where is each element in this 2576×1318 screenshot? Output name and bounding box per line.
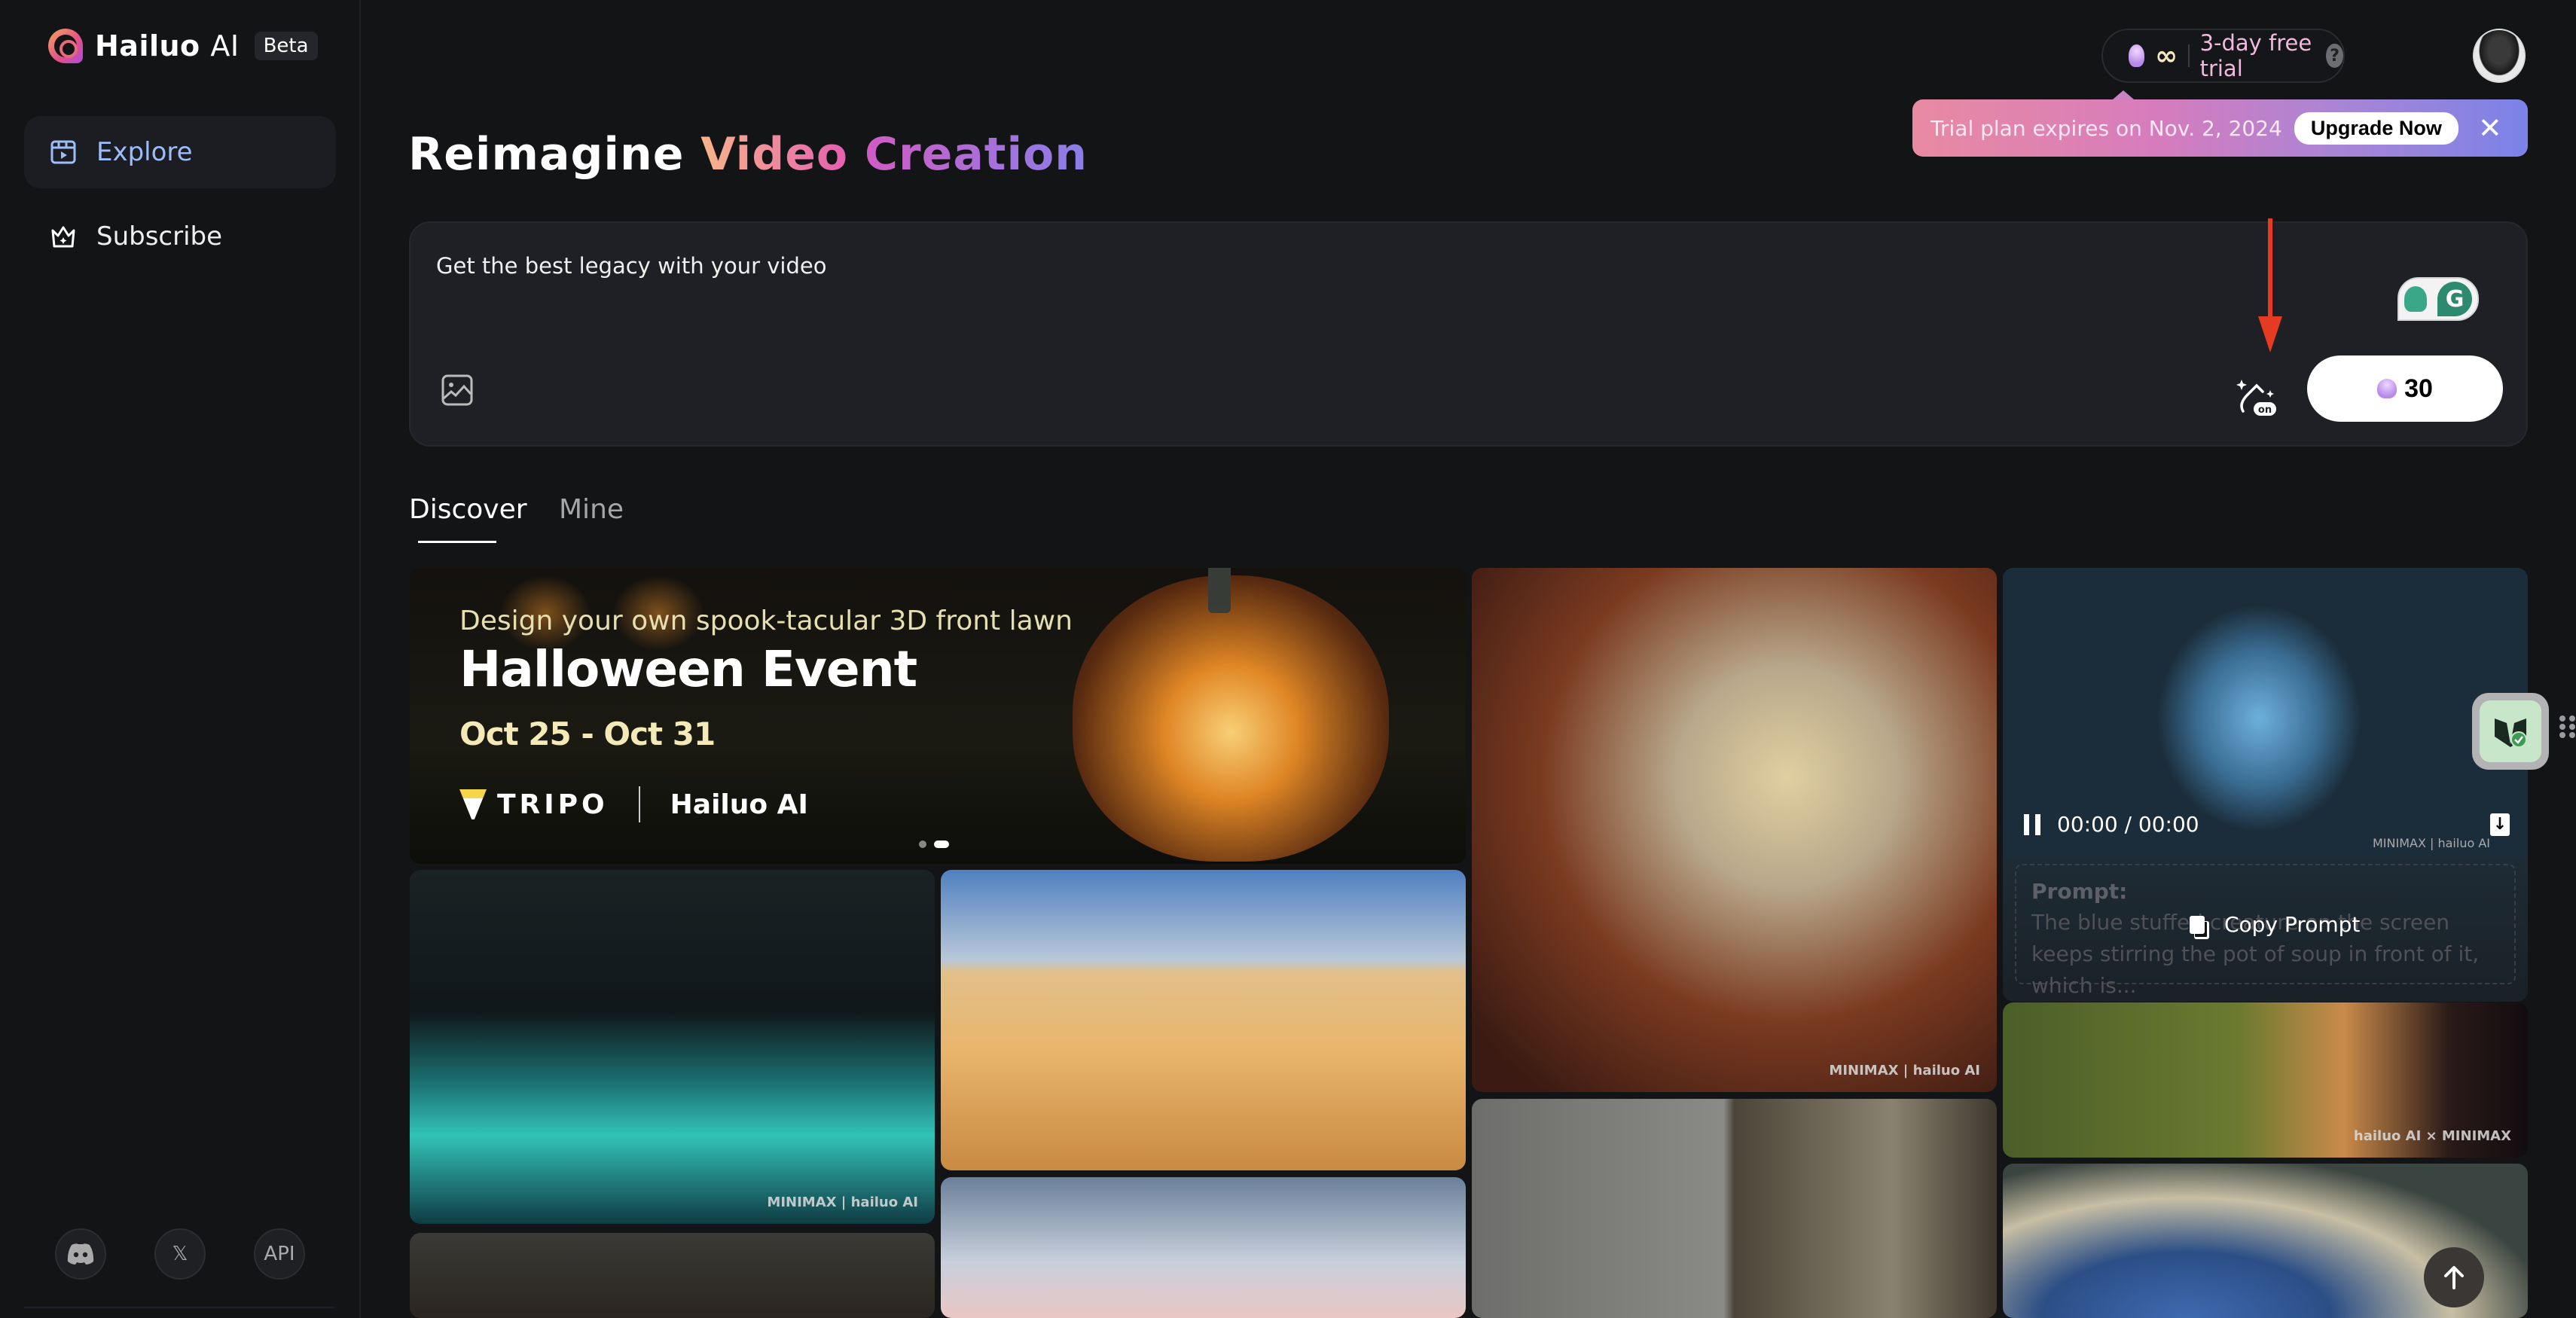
video-library-icon (50, 139, 77, 166)
tab-mine[interactable]: Mine (559, 494, 624, 525)
partner-tripo: TRIPO (497, 789, 609, 820)
prompt-box: G on 30 (409, 221, 2528, 447)
gallery-card-desert-temple[interactable] (941, 870, 1466, 1170)
api-label: API (264, 1243, 295, 1265)
trial-status: 3-day free trial (2199, 30, 2312, 81)
infinity-icon: ∞ (2155, 40, 2178, 72)
video-player[interactable]: 00:00 / 00:00 MINIMAX | hailuo AI ↓ (2003, 568, 2528, 856)
prompt-preview: Prompt: The blue stuffed creature on the… (2015, 864, 2516, 998)
sidebar-item-label: Explore (96, 137, 193, 167)
scroll-to-top-button[interactable] (2424, 1247, 2484, 1307)
copy-prompt-button[interactable]: Copy Prompt (2190, 912, 2360, 937)
sidebar: Hailuo AI Beta Explore Subscribe 𝕏 API (0, 0, 361, 1318)
generate-button[interactable]: 30 (2307, 355, 2503, 422)
gallery-card-dragon-child[interactable]: MINIMAX | hailuo AI (1472, 568, 1997, 1092)
banner-dates: Oct 25 - Oct 31 (459, 715, 716, 752)
gallery-card-portraits[interactable] (1472, 1099, 1997, 1318)
image-icon (441, 374, 473, 406)
tab-discover[interactable]: Discover (409, 494, 527, 525)
sidebar-item-subscribe[interactable]: Subscribe (24, 200, 336, 273)
arrow-up-icon (2444, 1266, 2464, 1289)
banner-text: Trial plan expires on Nov. 2, 2024 (1930, 115, 2282, 141)
divider (2188, 44, 2190, 67)
extension-widget[interactable] (2472, 693, 2549, 770)
api-button[interactable]: API (254, 1228, 305, 1280)
brand-name: Hailuo AI (95, 29, 240, 63)
active-tab-indicator (418, 541, 496, 543)
close-icon[interactable]: ✕ (2478, 114, 2502, 142)
tripo-logo-icon (459, 789, 487, 819)
shell-credit-icon (2377, 379, 2397, 398)
crown-icon (50, 223, 77, 250)
gallery-card-explosion[interactable] (410, 1233, 935, 1318)
prompt-input[interactable] (436, 253, 2244, 279)
video-controls: 00:00 / 00:00 (2024, 812, 2199, 837)
help-icon[interactable]: ? (2326, 44, 2343, 68)
discord-icon (67, 1243, 94, 1265)
banner-title: Halloween Event (459, 640, 917, 698)
copy-icon (2190, 915, 2205, 934)
featured-banner-halloween[interactable]: Design your own spook-tacular 3D front l… (410, 568, 1466, 864)
prompt-enhance-toggle[interactable]: on (2234, 374, 2279, 419)
x-twitter-button[interactable]: 𝕏 (154, 1228, 206, 1280)
credits-trial-pill[interactable]: ∞ 3-day free trial ? (2101, 29, 2345, 83)
pause-icon[interactable] (2024, 813, 2040, 835)
watermark: MINIMAX | hailuo AI (1829, 1063, 1980, 1079)
prompt-label: Prompt: (2031, 879, 2128, 904)
pumpkin-image (1073, 568, 1389, 862)
shell-credit-icon (2129, 44, 2145, 67)
drag-handle-icon[interactable] (2559, 715, 2576, 738)
video-time: 00:00 / 00:00 (2057, 812, 2199, 837)
partner-logos: TRIPO Hailuo AI (459, 786, 808, 822)
magic-wand-icon: on (2236, 380, 2276, 416)
upgrade-now-button[interactable]: Upgrade Now (2294, 111, 2458, 145)
image-upload-button[interactable] (441, 374, 474, 407)
x-twitter-icon: 𝕏 (172, 1243, 188, 1265)
carousel-dots (919, 841, 949, 848)
carousel-dot-active[interactable] (934, 841, 949, 848)
gallery-card-window-girl[interactable]: hailuo AI × MINIMAX (2003, 1002, 2528, 1158)
partner-hailuo: Hailuo AI (670, 789, 808, 820)
divider (638, 786, 640, 822)
gallery-card-blue-monster[interactable]: 00:00 / 00:00 MINIMAX | hailuo AI ↓ Prom… (2003, 568, 2528, 1002)
grammarly-icon: G (2437, 282, 2472, 316)
discord-button[interactable] (55, 1228, 106, 1280)
gallery-card-bunny[interactable] (941, 1177, 1466, 1318)
annotation-arrow (2258, 218, 2282, 352)
grammarly-widget[interactable]: G (2397, 277, 2479, 321)
watermark: MINIMAX | hailuo AI (2373, 836, 2490, 850)
lightbulb-icon (2404, 286, 2427, 312)
sidebar-item-label: Subscribe (96, 221, 223, 252)
brand-logo[interactable]: Hailuo AI Beta (48, 29, 318, 63)
watermark: hailuo AI × MINIMAX (2353, 1128, 2511, 1144)
banner-subtitle: Design your own spook-tacular 3D front l… (459, 606, 1073, 636)
user-avatar[interactable] (2473, 29, 2526, 83)
sidebar-item-explore[interactable]: Explore (24, 116, 336, 188)
gallery-card-hologram[interactable]: MINIMAX | hailuo AI (410, 870, 935, 1224)
page-title: Reimagine Video Creation (408, 128, 1088, 181)
download-icon[interactable]: ↓ (2490, 813, 2510, 836)
book-check-icon (2495, 718, 2527, 748)
generate-cost: 30 (2404, 374, 2433, 403)
beta-badge: Beta (254, 32, 318, 60)
sidebar-divider (24, 1307, 335, 1308)
svg-text:on: on (2258, 404, 2272, 416)
hailuo-logo-icon (48, 29, 83, 63)
watermark: MINIMAX | hailuo AI (767, 1194, 918, 1210)
trial-expiry-banner: Trial plan expires on Nov. 2, 2024 Upgra… (1912, 90, 2528, 157)
copy-prompt-label: Copy Prompt (2224, 912, 2361, 937)
carousel-dot[interactable] (919, 841, 926, 848)
